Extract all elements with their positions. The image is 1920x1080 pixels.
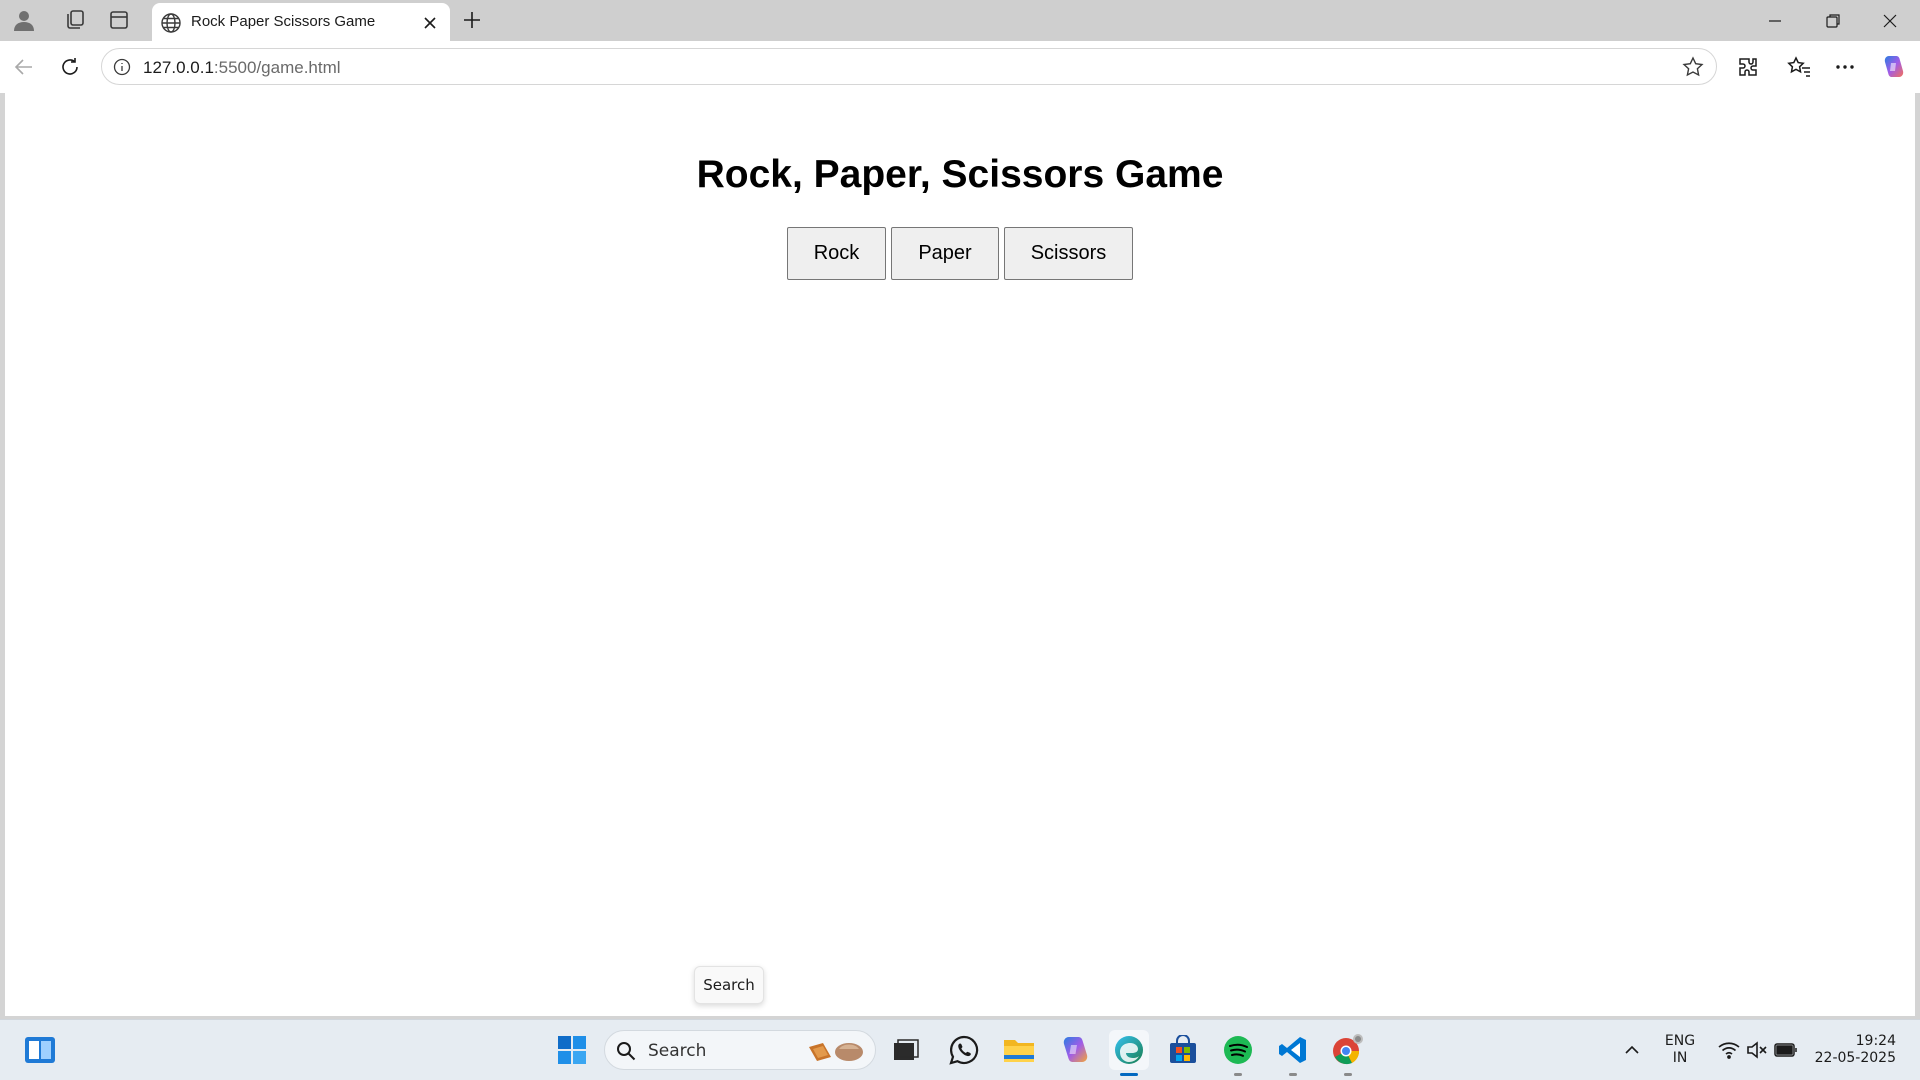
running-indicator (1344, 1073, 1352, 1076)
wifi-icon (1718, 1041, 1740, 1059)
tab-strip: Rock Paper Scissors Game (0, 0, 1920, 41)
clock[interactable]: 19:24 22-05-2025 (1808, 1033, 1908, 1067)
favorite-star-icon[interactable] (1682, 56, 1704, 78)
paper-button[interactable]: Paper (891, 227, 999, 280)
favorites-icon[interactable] (1783, 51, 1815, 83)
extensions-icon[interactable] (1732, 51, 1764, 83)
new-tab-icon[interactable] (456, 6, 488, 34)
show-hidden-icons-chevron-icon[interactable] (1612, 1030, 1652, 1070)
url-host: 127.0.0.1 (143, 58, 214, 77)
minimize-icon[interactable] (1747, 0, 1803, 41)
search-icon (615, 1040, 637, 1062)
globe-icon (160, 12, 182, 34)
whatsapp-icon[interactable] (944, 1030, 984, 1070)
file-explorer-icon[interactable] (999, 1030, 1039, 1070)
browser-toolbar: 127.0.0.1:5500/game.html (0, 41, 1920, 93)
copilot-icon[interactable] (1877, 51, 1909, 83)
language-region: IN (1672, 1050, 1688, 1066)
refresh-icon[interactable] (54, 51, 86, 83)
taskbar: Search ENG IN 19:24 22-05-2025 (0, 1019, 1920, 1080)
microsoft-store-icon[interactable] (1163, 1030, 1203, 1070)
task-view-icon[interactable] (886, 1030, 926, 1070)
volume-muted-icon (1746, 1041, 1768, 1059)
profile-icon[interactable] (8, 6, 40, 34)
battery-icon (1774, 1043, 1798, 1057)
scissors-button[interactable]: Scissors (1003, 227, 1134, 280)
active-tab[interactable]: Rock Paper Scissors Game (152, 3, 450, 41)
copilot-app-icon[interactable] (1054, 1030, 1094, 1070)
close-tab-icon[interactable] (419, 12, 441, 34)
site-info-icon[interactable] (112, 57, 132, 77)
start-windows-icon[interactable] (552, 1030, 592, 1070)
running-indicator (1289, 1073, 1297, 1076)
running-indicator (1234, 1073, 1242, 1076)
search-label: Search (648, 1041, 707, 1061)
widgets-icon[interactable] (20, 1030, 60, 1070)
active-indicator (1120, 1073, 1138, 1076)
workspaces-icon[interactable] (59, 6, 91, 34)
quick-settings[interactable] (1708, 1030, 1808, 1070)
clock-date: 22-05-2025 (1814, 1050, 1896, 1066)
vertical-tabs-icon[interactable] (103, 6, 135, 34)
rock-button[interactable]: Rock (786, 227, 887, 280)
spotify-icon[interactable] (1218, 1030, 1258, 1076)
vscode-icon[interactable] (1273, 1030, 1313, 1076)
taskbar-search[interactable]: Search (604, 1030, 876, 1070)
language-code: ENG (1664, 1033, 1696, 1049)
tab-title: Rock Paper Scissors Game (191, 13, 376, 30)
clock-time: 19:24 (1855, 1033, 1896, 1049)
search-tooltip: Search (694, 966, 764, 1004)
restore-icon[interactable] (1805, 0, 1861, 41)
more-options-icon[interactable] (1829, 51, 1861, 83)
edge-browser-icon[interactable] (1109, 1030, 1149, 1076)
page-title: Rock, Paper, Scissors Game (696, 153, 1224, 196)
language-indicator[interactable]: ENG IN (1656, 1033, 1704, 1067)
close-window-icon[interactable] (1862, 0, 1918, 41)
address-bar[interactable]: 127.0.0.1:5500/game.html (101, 48, 1717, 85)
back-icon[interactable] (8, 51, 40, 83)
url-path: :5500/game.html (213, 58, 341, 77)
chrome-icon[interactable] (1328, 1030, 1368, 1076)
page-viewport: Rock, Paper, Scissors Game Rock Paper Sc… (5, 93, 1915, 1016)
url-text: 127.0.0.1:5500/game.html (143, 58, 341, 78)
search-highlight-icon (805, 1037, 867, 1065)
choice-buttons: Rock Paper Scissors (5, 227, 1915, 280)
